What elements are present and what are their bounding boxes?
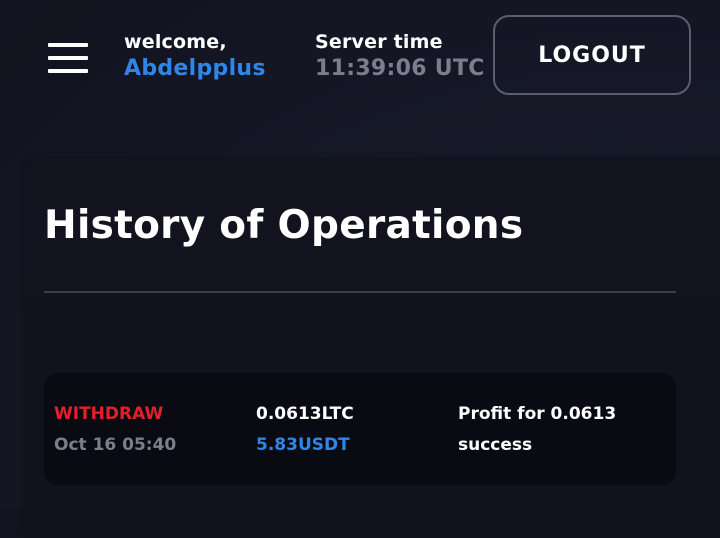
operation-row: WITHDRAW Oct 16 05:40 0.0613LTC 5.83USDT… [44, 373, 676, 485]
logout-button[interactable]: LOGOUT [493, 15, 691, 95]
operation-status: success [458, 435, 533, 455]
server-time-label: Server time [315, 31, 443, 53]
operation-type: WITHDRAW [54, 404, 164, 424]
welcome-label: welcome, [124, 31, 227, 53]
divider [44, 291, 676, 293]
menu-bar-middle [48, 56, 88, 60]
operation-description: Profit for 0.0613 [458, 404, 617, 424]
menu-bar-top [48, 43, 88, 47]
operation-description-column: Profit for 0.0613 success [458, 399, 616, 461]
operation-amount-column: 0.0613LTC 5.83USDT [256, 399, 354, 461]
page-title: History of Operations [44, 203, 524, 248]
username: Abdelpplus [124, 56, 266, 81]
history-panel: History of Operations WITHDRAW Oct 16 05… [24, 158, 720, 538]
menu-icon[interactable] [48, 43, 88, 73]
server-time-block: Server time 11:39:06 UTC [315, 30, 485, 84]
operation-type-column: WITHDRAW Oct 16 05:40 [54, 399, 176, 461]
welcome-block: welcome, Abdelpplus [124, 30, 266, 84]
operation-amount: 0.0613LTC [256, 404, 354, 424]
operation-usd-value: 5.83USDT [256, 435, 350, 455]
menu-bar-bottom [48, 69, 88, 73]
operation-date: Oct 16 05:40 [54, 435, 177, 455]
server-time-value: 11:39:06 UTC [315, 56, 485, 81]
